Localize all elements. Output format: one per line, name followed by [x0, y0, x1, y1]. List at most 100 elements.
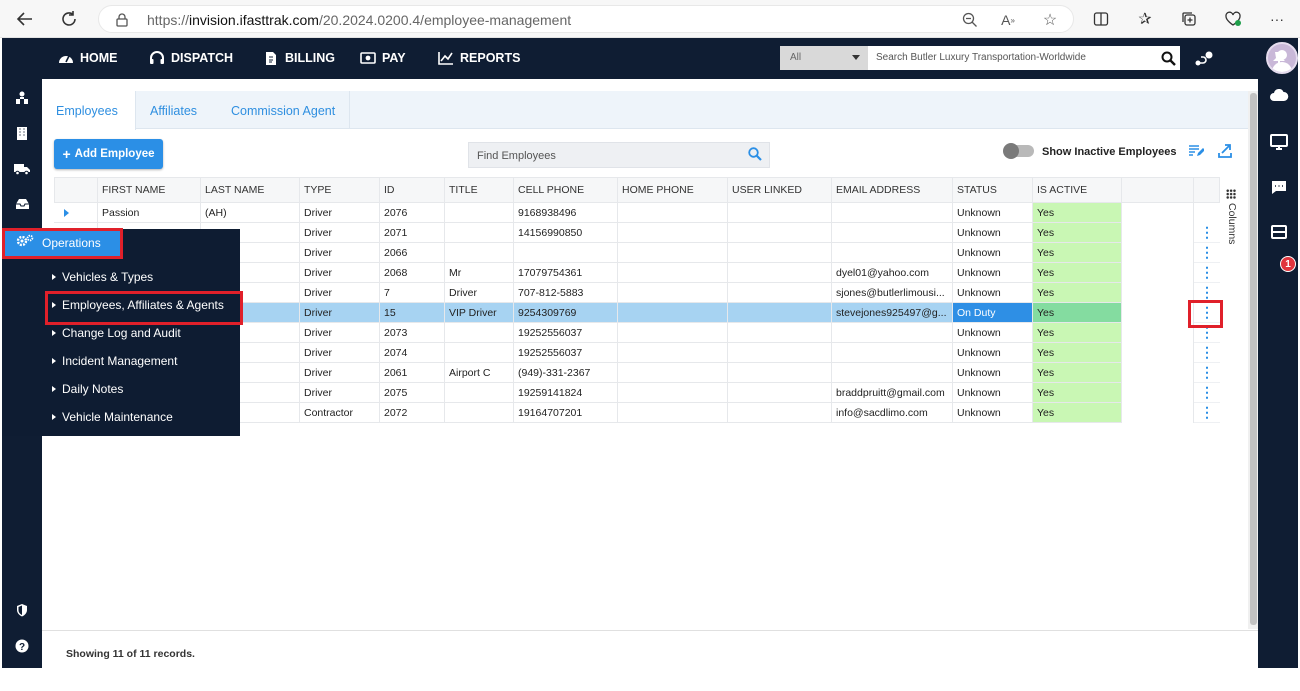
health-icon[interactable]	[1220, 6, 1246, 32]
shield-icon[interactable]	[12, 600, 32, 620]
column-header-email-address[interactable]: EMAIL ADDRESS	[832, 177, 953, 203]
menu-item-vehicle-maintenance[interactable]: Vehicle Maintenance	[52, 410, 173, 424]
menu-item-change-log-audit[interactable]: Change Log and Audit	[52, 326, 181, 340]
email-cell	[832, 323, 953, 343]
nav-dispatch[interactable]: DISPATCH	[149, 50, 233, 66]
split-screen-icon[interactable]	[1088, 6, 1114, 32]
column-header-user-linked[interactable]: USER LINKED	[728, 177, 832, 203]
power-icon[interactable]	[12, 671, 32, 691]
email-cell: info@sacdlimo.com	[832, 403, 953, 423]
column-header-actions	[1194, 177, 1220, 203]
columns-panel-toggle[interactable]: Columns	[1220, 189, 1240, 269]
table-row[interactable]: Passion (AH) Driver 2076 9168938496 Unknown Ye…	[54, 203, 1220, 223]
menu-item-label: Daily Notes	[62, 382, 124, 396]
search-scope-select[interactable]: All	[780, 46, 868, 70]
row-spacer	[1122, 223, 1194, 243]
row-spacer	[1122, 243, 1194, 263]
more-icon[interactable]: ···	[1264, 6, 1290, 32]
global-search-placeholder: Search Butler Luxury Transportation-Worl…	[876, 52, 1086, 63]
column-header-first-name[interactable]: FIRST NAME	[98, 177, 201, 203]
url-text[interactable]: https://invision.ifasttrak.com/20.2024.0…	[147, 12, 571, 28]
cloud-icon[interactable]	[1268, 84, 1290, 106]
nav-reports[interactable]: REPORTS	[438, 50, 520, 66]
nav-home[interactable]: HOME	[58, 50, 118, 66]
notification-badge: 1	[1280, 256, 1296, 272]
nav-billing[interactable]: BILLING	[263, 50, 335, 66]
address-bar[interactable]: https://invision.ifasttrak.com/20.2024.0…	[98, 5, 1074, 33]
row-actions-kebab-icon[interactable]: ⋮	[1194, 263, 1220, 283]
lock-icon[interactable]	[109, 7, 135, 33]
org-chart-icon[interactable]	[12, 88, 32, 108]
cell-phone-cell: 19252556037	[514, 323, 618, 343]
read-aloud-icon[interactable]: A»	[995, 7, 1021, 33]
row-actions-kebab-icon[interactable]: ⋮	[1194, 243, 1220, 263]
title-cell: Mr	[445, 263, 514, 283]
column-header-is-active[interactable]: IS ACTIVE	[1033, 177, 1122, 203]
tab-commission-agent[interactable]: Commission Agent	[217, 91, 351, 129]
id-cell: 2073	[380, 323, 445, 343]
cell-phone-cell: 19259141824	[514, 383, 618, 403]
home-phone-cell	[618, 323, 728, 343]
column-header-id[interactable]: ID	[380, 177, 445, 203]
favorites-icon[interactable]: ✰	[1132, 6, 1158, 32]
chat-icon[interactable]	[1268, 176, 1290, 198]
column-header-spacer	[1122, 177, 1194, 203]
help-icon[interactable]: ?	[12, 636, 32, 656]
caret-right-icon[interactable]	[64, 209, 69, 217]
home-phone-cell	[618, 303, 728, 323]
monitor-icon[interactable]	[1268, 131, 1290, 153]
nav-pay[interactable]: PAY	[360, 50, 406, 66]
email-cell	[832, 223, 953, 243]
column-header-cell-phone[interactable]: CELL PHONE	[514, 177, 618, 203]
column-header-status[interactable]: STATUS	[953, 177, 1033, 203]
inbox-icon[interactable]	[12, 194, 32, 214]
menu-item-daily-notes[interactable]: Daily Notes	[52, 382, 123, 396]
find-search-icon[interactable]	[748, 147, 762, 164]
caret-right-icon	[52, 330, 56, 336]
zoom-icon[interactable]	[957, 7, 983, 33]
grid-header-expander	[54, 177, 98, 203]
user-linked-cell	[728, 243, 832, 263]
export-icon[interactable]	[1218, 144, 1232, 161]
record-count: Showing 11 of 11 records.	[66, 648, 195, 660]
menu-item-vehicles-types[interactable]: Vehicles & Types	[52, 270, 153, 284]
id-cell: 15	[380, 303, 445, 323]
column-header-home-phone[interactable]: HOME PHONE	[618, 177, 728, 203]
find-employees-placeholder: Find Employees	[477, 150, 556, 162]
is-active-cell: Yes	[1033, 223, 1122, 243]
row-actions-kebab-icon[interactable]: ⋮	[1194, 403, 1220, 423]
favorite-icon[interactable]: ☆	[1037, 7, 1063, 33]
tab-employees[interactable]: Employees	[42, 91, 136, 130]
find-employees-input[interactable]: Find Employees	[468, 142, 770, 168]
search-icon[interactable]	[1161, 51, 1176, 69]
show-inactive-toggle[interactable]	[1003, 143, 1034, 159]
collections-icon[interactable]	[1176, 6, 1202, 32]
truck-icon[interactable]	[12, 159, 32, 179]
row-expander[interactable]	[54, 203, 98, 223]
row-actions-kebab-icon[interactable]: ⋮	[1194, 363, 1220, 383]
vertical-scrollbar[interactable]	[1248, 91, 1258, 629]
column-header-type[interactable]: TYPE	[300, 177, 380, 203]
row-actions-kebab-icon[interactable]: ⋮	[1194, 383, 1220, 403]
pin-icon[interactable]	[1272, 51, 1286, 73]
global-search-input[interactable]: Search Butler Luxury Transportation-Worl…	[868, 46, 1180, 70]
user-linked-cell	[728, 203, 832, 223]
row-actions-kebab-icon[interactable]: ⋮	[1194, 223, 1220, 243]
back-icon[interactable]	[12, 6, 38, 32]
status-cell: On Duty	[953, 303, 1033, 323]
menu-item-incident-management[interactable]: Incident Management	[52, 354, 177, 368]
row-actions-kebab-icon[interactable]: ⋮	[1194, 343, 1220, 363]
column-header-last-name[interactable]: LAST NAME	[201, 177, 300, 203]
building-icon[interactable]	[12, 123, 32, 143]
home-phone-cell	[618, 203, 728, 223]
add-employee-button[interactable]: + Add Employee	[54, 139, 163, 169]
tab-affiliates[interactable]: Affiliates	[136, 91, 211, 129]
refresh-icon[interactable]	[56, 6, 82, 32]
scrollbar-thumb[interactable]	[1250, 93, 1257, 625]
top-navigation: HOME DISPATCH BILLING PAY REPORTS All Se…	[42, 38, 1298, 79]
route-icon[interactable]	[1194, 51, 1214, 71]
inbox-tray-icon[interactable]	[1268, 221, 1290, 243]
edit-list-icon[interactable]	[1188, 144, 1205, 161]
column-header-title[interactable]: TITLE	[445, 177, 514, 203]
columns-grid-icon	[1226, 189, 1236, 199]
